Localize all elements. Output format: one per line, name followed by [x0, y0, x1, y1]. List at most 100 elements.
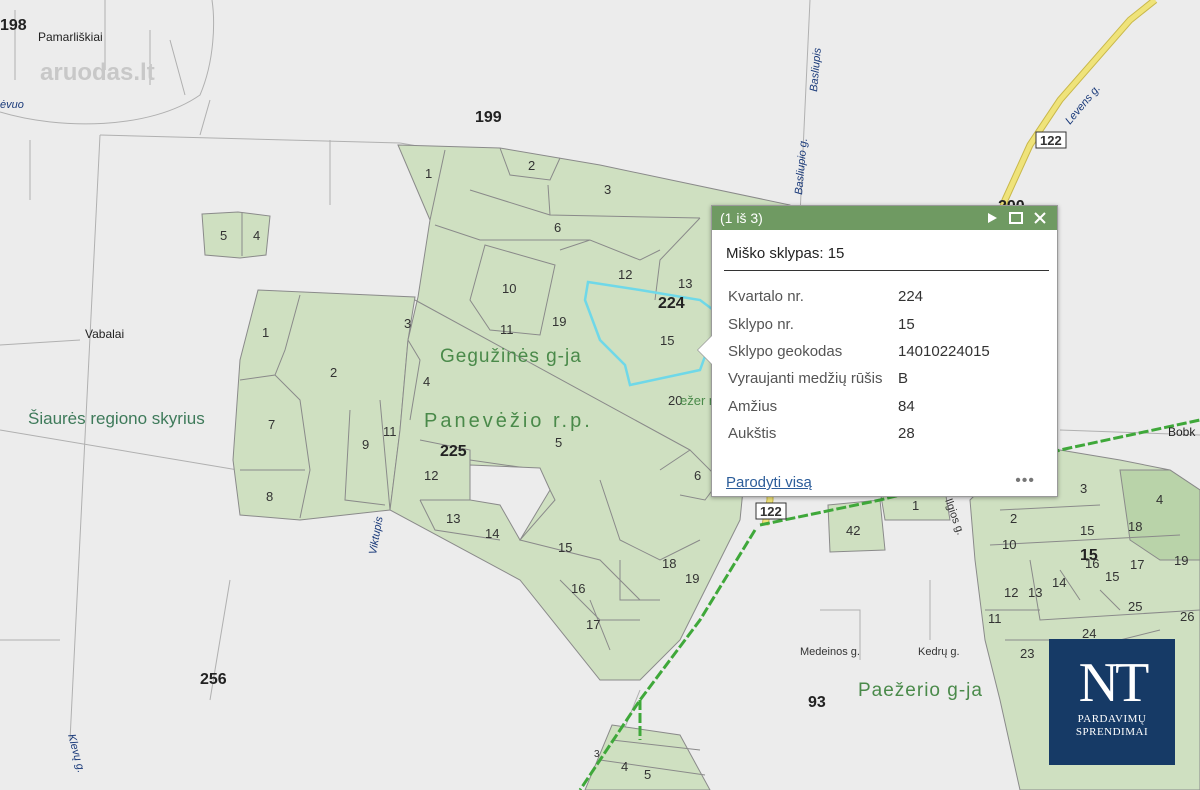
- table-row: Vyraujanti medžių rūšis B: [728, 365, 990, 392]
- quarter-label: 198: [0, 17, 27, 34]
- attribute-value: 224: [898, 288, 924, 306]
- attribute-key: Aukštis: [728, 425, 777, 443]
- plots-west: [201, 211, 416, 521]
- attribute-value: B: [898, 370, 909, 388]
- road-shield: 122: [1035, 131, 1067, 149]
- street-label: Klevų g.: [65, 733, 87, 775]
- region-label: Šiaurės regiono skyrius: [28, 409, 205, 428]
- svg-text:1: 1: [425, 166, 432, 181]
- street-label: Basliupio g.: [793, 138, 810, 196]
- street-label: ėvuo: [0, 99, 24, 111]
- more-options-icon[interactable]: •••: [1015, 472, 1035, 490]
- table-row: Kvartalo nr. 224: [728, 283, 990, 310]
- logo-line: PARDAVIMŲ: [1077, 713, 1147, 725]
- svg-text:26: 26: [1180, 609, 1194, 624]
- svg-text:13: 13: [678, 276, 692, 291]
- maximize-icon[interactable]: [1007, 209, 1025, 227]
- svg-text:14: 14: [1052, 575, 1066, 590]
- svg-text:19: 19: [1174, 553, 1188, 568]
- svg-text:10: 10: [1002, 537, 1016, 552]
- svg-text:7: 7: [268, 417, 275, 432]
- svg-text:23: 23: [1020, 646, 1034, 661]
- play-icon[interactable]: [983, 209, 1001, 227]
- attribute-value: 14010224015: [898, 342, 990, 360]
- show-all-link[interactable]: Parodyti visą: [726, 474, 812, 491]
- svg-text:2: 2: [330, 365, 337, 380]
- attribute-table: Kvartalo nr. 224 Sklypo nr. 15 Sklypo geok…: [728, 283, 990, 447]
- svg-text:5: 5: [555, 435, 562, 450]
- svg-text:13: 13: [1028, 585, 1042, 600]
- svg-text:15: 15: [660, 333, 674, 348]
- svg-text:1: 1: [912, 498, 919, 513]
- road-shield: 122: [755, 502, 787, 520]
- attribute-value: 28: [898, 425, 915, 443]
- svg-text:8: 8: [266, 489, 273, 504]
- svg-text:17: 17: [1130, 557, 1144, 572]
- attribute-key: Amžius: [728, 397, 778, 415]
- svg-text:6: 6: [554, 220, 561, 235]
- svg-text:11: 11: [988, 611, 1002, 626]
- table-row: Amžius 84: [728, 393, 990, 420]
- feature-info-popup[interactable]: (1 iš 3) Miško sklypas: 15 Kvartalo nr. 2…: [697, 205, 1058, 497]
- street-label: Viktupis: [367, 515, 386, 555]
- quarter-label: 199: [475, 109, 502, 126]
- svg-text:4: 4: [1156, 492, 1163, 507]
- street-label: Basliupis: [808, 47, 824, 92]
- svg-text:11: 11: [383, 424, 397, 439]
- svg-text:2: 2: [1010, 511, 1017, 526]
- svg-text:19: 19: [685, 571, 699, 586]
- svg-text:11: 11: [500, 322, 514, 337]
- svg-text:3: 3: [604, 182, 611, 197]
- svg-text:122: 122: [1040, 133, 1062, 148]
- place-label: Pamarliškiai: [38, 30, 103, 44]
- attribute-key: Sklypo geokodas: [728, 342, 843, 360]
- quarter-label: 256: [200, 671, 227, 688]
- quarter-label: 93: [808, 694, 826, 711]
- svg-text:12: 12: [1004, 585, 1018, 600]
- svg-text:19: 19: [552, 314, 566, 329]
- svg-text:14: 14: [485, 526, 499, 541]
- nt-logo: NT PARDAVIMŲ SPRENDIMAI: [1049, 639, 1175, 765]
- svg-text:15: 15: [1105, 569, 1119, 584]
- quarter-label: 225: [440, 443, 467, 460]
- close-icon[interactable]: [1031, 209, 1049, 227]
- svg-text:5: 5: [644, 767, 651, 782]
- svg-text:25: 25: [1128, 599, 1142, 614]
- popup-divider: [724, 270, 1049, 271]
- svg-text:9: 9: [362, 437, 369, 452]
- table-row: Aukštis 28: [728, 420, 990, 447]
- popup-header: (1 iš 3): [712, 206, 1057, 230]
- svg-text:10: 10: [502, 281, 516, 296]
- svg-text:16: 16: [571, 581, 585, 596]
- svg-text:18: 18: [662, 556, 676, 571]
- popup-counter: (1 iš 3): [720, 210, 763, 226]
- svg-text:4: 4: [423, 374, 430, 389]
- attribute-value: 84: [898, 397, 915, 415]
- street-label: Kedrų g.: [918, 646, 960, 658]
- svg-text:3: 3: [594, 749, 600, 760]
- svg-text:15: 15: [1080, 523, 1094, 538]
- svg-text:18: 18: [1128, 519, 1142, 534]
- aruodas-watermark: aruodas.lt: [40, 59, 155, 86]
- district-label: Gegužinės g-ja: [440, 346, 582, 367]
- svg-text:12: 12: [618, 267, 632, 282]
- attribute-key: Sklypo nr.: [728, 315, 794, 333]
- table-row: Sklypo nr. 15: [728, 310, 990, 337]
- attribute-key: Vyraujanti medžių rūšis: [728, 370, 883, 388]
- svg-text:3: 3: [404, 316, 411, 331]
- svg-text:17: 17: [586, 617, 600, 632]
- svg-text:12: 12: [424, 468, 438, 483]
- quarter-label: 224: [658, 295, 685, 312]
- svg-text:42: 42: [846, 523, 860, 538]
- svg-text:1: 1: [262, 325, 269, 340]
- svg-text:13: 13: [446, 511, 460, 526]
- svg-text:5: 5: [220, 228, 227, 243]
- svg-text:3: 3: [1080, 481, 1087, 496]
- svg-text:4: 4: [253, 228, 260, 243]
- svg-text:6: 6: [694, 468, 701, 483]
- attribute-key: Kvartalo nr.: [728, 288, 804, 306]
- popup-title: Miško sklypas: 15: [726, 245, 845, 262]
- district-label: Paežerio g-ja: [858, 680, 983, 701]
- popup-pointer: [698, 336, 712, 364]
- place-label: Vabalai: [85, 327, 124, 341]
